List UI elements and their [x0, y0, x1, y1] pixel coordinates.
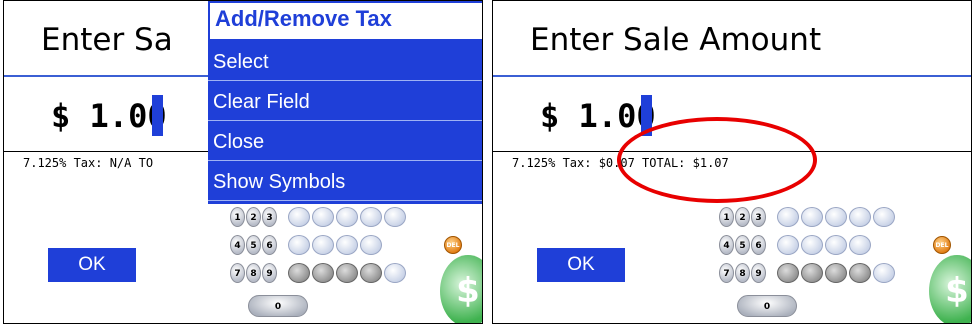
tax-summary: 7.125% Tax: N/A TO	[23, 156, 154, 170]
key-blank[interactable]	[384, 207, 406, 227]
key-3[interactable]: 3	[751, 207, 766, 227]
key-blank[interactable]	[777, 235, 799, 255]
page-title: Enter Sale Amount	[530, 22, 822, 58]
key-blank[interactable]	[825, 263, 847, 283]
delete-key[interactable]: DEL	[933, 236, 951, 254]
key-blank[interactable]	[288, 235, 310, 255]
key-9[interactable]: 9	[751, 263, 766, 283]
key-0[interactable]: 0	[248, 295, 308, 317]
key-blank[interactable]	[360, 235, 382, 255]
keypad: 1 2 3 4 5 6 DEL 7 8 9 0 $	[715, 207, 971, 323]
key-1[interactable]: 1	[230, 207, 245, 227]
key-2[interactable]: 2	[735, 207, 750, 227]
title-divider	[493, 75, 971, 77]
key-blank[interactable]	[849, 207, 871, 227]
screen-right: Enter Sale Amount $ 1.00 7.125% Tax: $0.…	[492, 0, 972, 324]
key-4[interactable]: 4	[230, 235, 245, 255]
key-blank[interactable]	[777, 207, 799, 227]
key-7[interactable]: 7	[719, 263, 734, 283]
ok-button[interactable]: OK	[537, 248, 625, 282]
keypad: 1 2 3 4 5 6 DEL 7 8 9 0 $	[226, 207, 482, 323]
ok-button[interactable]: OK	[48, 248, 136, 282]
menu-item-clear-field[interactable]: Clear Field	[208, 83, 482, 121]
page-title: Enter Sa	[41, 22, 173, 58]
key-blank[interactable]	[873, 263, 895, 283]
menu-item-add-remove-tax[interactable]: Add/Remove Tax	[208, 1, 482, 41]
key-9[interactable]: 9	[262, 263, 277, 283]
menu-item-show-symbols[interactable]: Show Symbols	[208, 163, 482, 201]
context-menu: Add/Remove Tax Select Clear Field Close …	[208, 1, 482, 204]
delete-key[interactable]: DEL	[444, 236, 462, 254]
key-5[interactable]: 5	[735, 235, 750, 255]
key-0[interactable]: 0	[737, 295, 797, 317]
key-blank[interactable]	[384, 263, 406, 283]
key-blank[interactable]	[801, 235, 823, 255]
key-6[interactable]: 6	[262, 235, 277, 255]
key-blank[interactable]	[825, 207, 847, 227]
key-blank[interactable]	[288, 263, 310, 283]
amount-field[interactable]: $ 1.00	[51, 97, 167, 135]
key-blank[interactable]	[336, 263, 358, 283]
key-7[interactable]: 7	[230, 263, 245, 283]
key-blank[interactable]	[801, 207, 823, 227]
amount-field[interactable]: $ 1.00	[540, 97, 656, 135]
menu-item-select[interactable]: Select	[208, 43, 482, 81]
key-blank[interactable]	[360, 207, 382, 227]
key-blank[interactable]	[312, 263, 334, 283]
key-2[interactable]: 2	[246, 207, 261, 227]
key-blank[interactable]	[801, 263, 823, 283]
highlight-ellipse	[617, 117, 817, 203]
key-blank[interactable]	[849, 263, 871, 283]
key-3[interactable]: 3	[262, 207, 277, 227]
key-blank[interactable]	[336, 207, 358, 227]
key-blank[interactable]	[336, 235, 358, 255]
key-blank[interactable]	[312, 235, 334, 255]
key-1[interactable]: 1	[719, 207, 734, 227]
key-4[interactable]: 4	[719, 235, 734, 255]
dollar-icon: $	[440, 255, 482, 323]
key-blank[interactable]	[777, 263, 799, 283]
menu-item-close[interactable]: Close	[208, 123, 482, 161]
key-8[interactable]: 8	[246, 263, 261, 283]
key-blank[interactable]	[849, 235, 871, 255]
key-8[interactable]: 8	[735, 263, 750, 283]
key-6[interactable]: 6	[751, 235, 766, 255]
key-blank[interactable]	[312, 207, 334, 227]
key-blank[interactable]	[288, 207, 310, 227]
text-cursor	[152, 95, 163, 136]
dollar-icon: $	[929, 255, 971, 323]
key-blank[interactable]	[360, 263, 382, 283]
key-blank[interactable]	[873, 207, 895, 227]
key-blank[interactable]	[825, 235, 847, 255]
screen-left: Enter Sa $ 1.00 7.125% Tax: N/A TO OK 1 …	[3, 0, 483, 324]
key-5[interactable]: 5	[246, 235, 261, 255]
